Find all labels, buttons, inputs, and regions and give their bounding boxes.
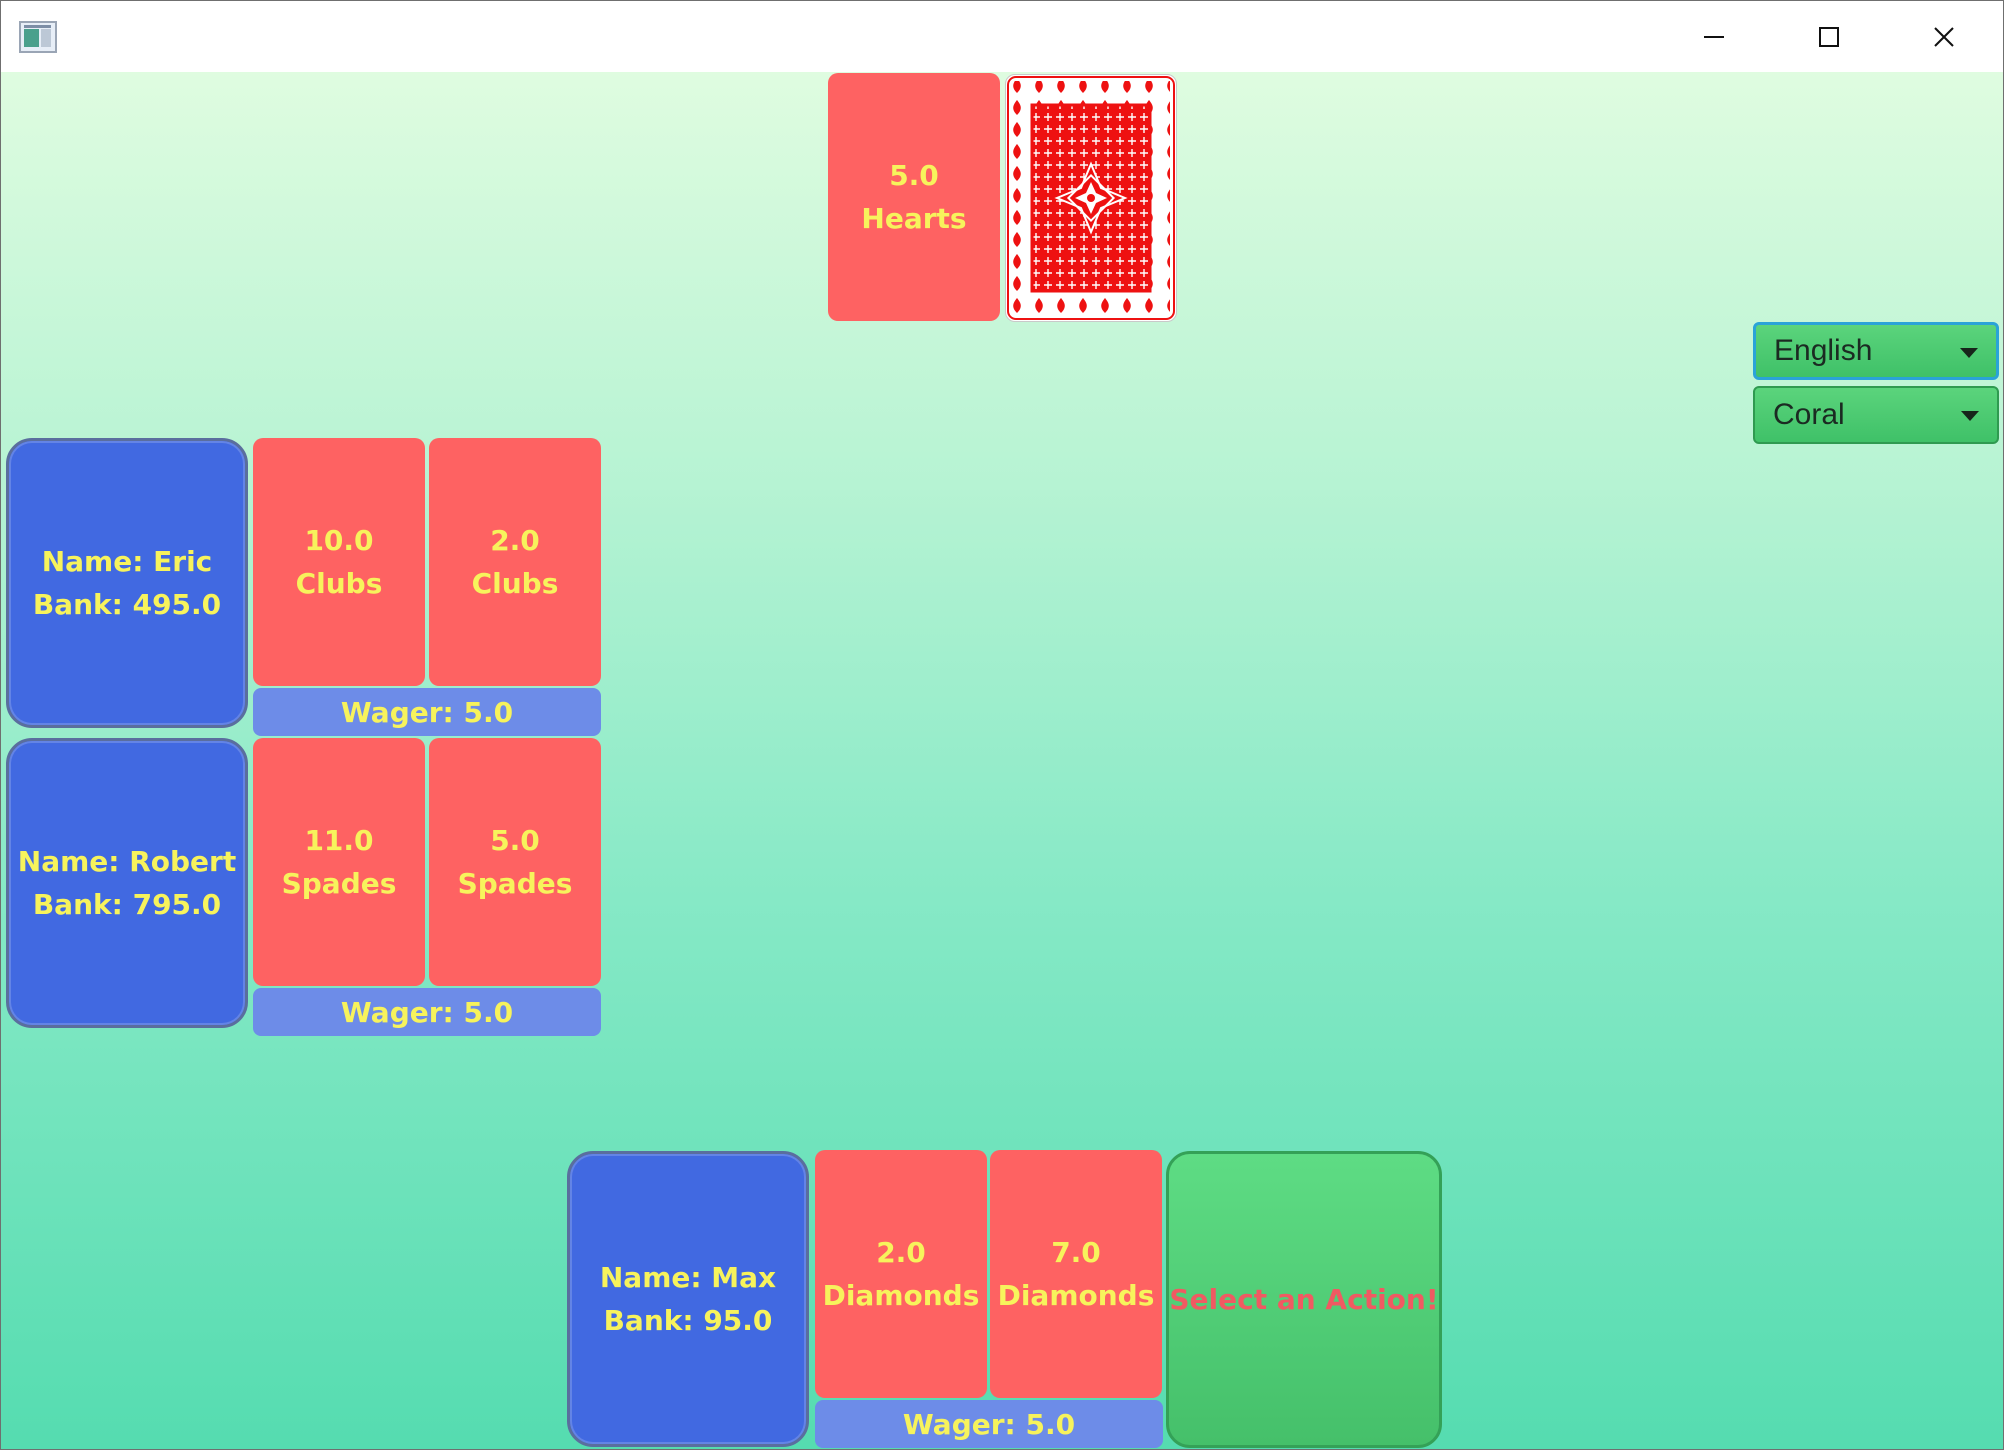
- game-table: 5.0 Hearts English Coral Name: Eric Bank…: [1, 72, 2003, 1449]
- player-name: Name: Max: [599, 1261, 777, 1294]
- player-name: Name: Robert: [17, 845, 237, 878]
- card-rank: 2.0: [876, 1236, 926, 1269]
- card-suit: Diamonds: [822, 1279, 980, 1312]
- card-back-pattern: [1007, 76, 1175, 320]
- chevron-down-icon: [1961, 411, 1979, 421]
- card-suit: Clubs: [295, 567, 383, 600]
- card-suit: Spades: [281, 867, 397, 900]
- player-panel-robert: Name: Robert Bank: 795.0: [6, 738, 248, 1028]
- card-suit: Diamonds: [997, 1279, 1155, 1312]
- card-rank: 11.0: [304, 824, 374, 857]
- player-bank: Bank: 95.0: [603, 1304, 773, 1337]
- minimize-icon: [1703, 35, 1724, 38]
- player-card: 7.0 Diamonds: [990, 1150, 1162, 1398]
- player-wager: Wager: 5.0: [815, 1400, 1163, 1448]
- theme-select-value: Coral: [1773, 398, 1845, 431]
- select-action-button[interactable]: Select an Action!: [1166, 1151, 1442, 1448]
- card-suit: Hearts: [861, 202, 967, 235]
- card-rank: 5.0: [889, 159, 939, 192]
- player-bank: Bank: 795.0: [32, 888, 222, 921]
- language-select[interactable]: English: [1753, 322, 1999, 380]
- player-wager: Wager: 5.0: [253, 688, 601, 736]
- game-window: 5.0 Hearts English Coral Name: Eric Bank…: [0, 0, 2004, 1450]
- card-rank: 10.0: [304, 524, 374, 557]
- player-wager: Wager: 5.0: [253, 988, 601, 1036]
- theme-select[interactable]: Coral: [1753, 386, 1999, 444]
- card-rank: 5.0: [490, 824, 540, 857]
- player-panel-max: Name: Max Bank: 95.0: [567, 1151, 809, 1447]
- dealer-hidden-card: [1005, 74, 1177, 322]
- dealer-card: 5.0 Hearts: [828, 73, 1000, 321]
- card-suit: Clubs: [471, 567, 559, 600]
- player-card: 5.0 Spades: [429, 738, 601, 986]
- title-bar: [1, 1, 2003, 72]
- maximize-icon: [1818, 26, 1839, 47]
- player-card: 11.0 Spades: [253, 738, 425, 986]
- player-bank: Bank: 495.0: [32, 588, 222, 621]
- language-select-value: English: [1774, 334, 1873, 367]
- card-rank: 7.0: [1051, 1236, 1101, 1269]
- close-icon: [1933, 26, 1954, 47]
- player-card: 2.0 Diamonds: [815, 1150, 987, 1398]
- minimize-button[interactable]: [1656, 1, 1771, 72]
- close-button[interactable]: [1886, 1, 2001, 72]
- card-suit: Spades: [457, 867, 573, 900]
- app-icon: [19, 21, 57, 53]
- player-panel-eric: Name: Eric Bank: 495.0: [6, 438, 248, 728]
- player-name: Name: Eric: [41, 545, 213, 578]
- maximize-button[interactable]: [1771, 1, 1886, 72]
- chevron-down-icon: [1960, 348, 1978, 358]
- player-card: 2.0 Clubs: [429, 438, 601, 686]
- card-rank: 2.0: [490, 524, 540, 557]
- player-card: 10.0 Clubs: [253, 438, 425, 686]
